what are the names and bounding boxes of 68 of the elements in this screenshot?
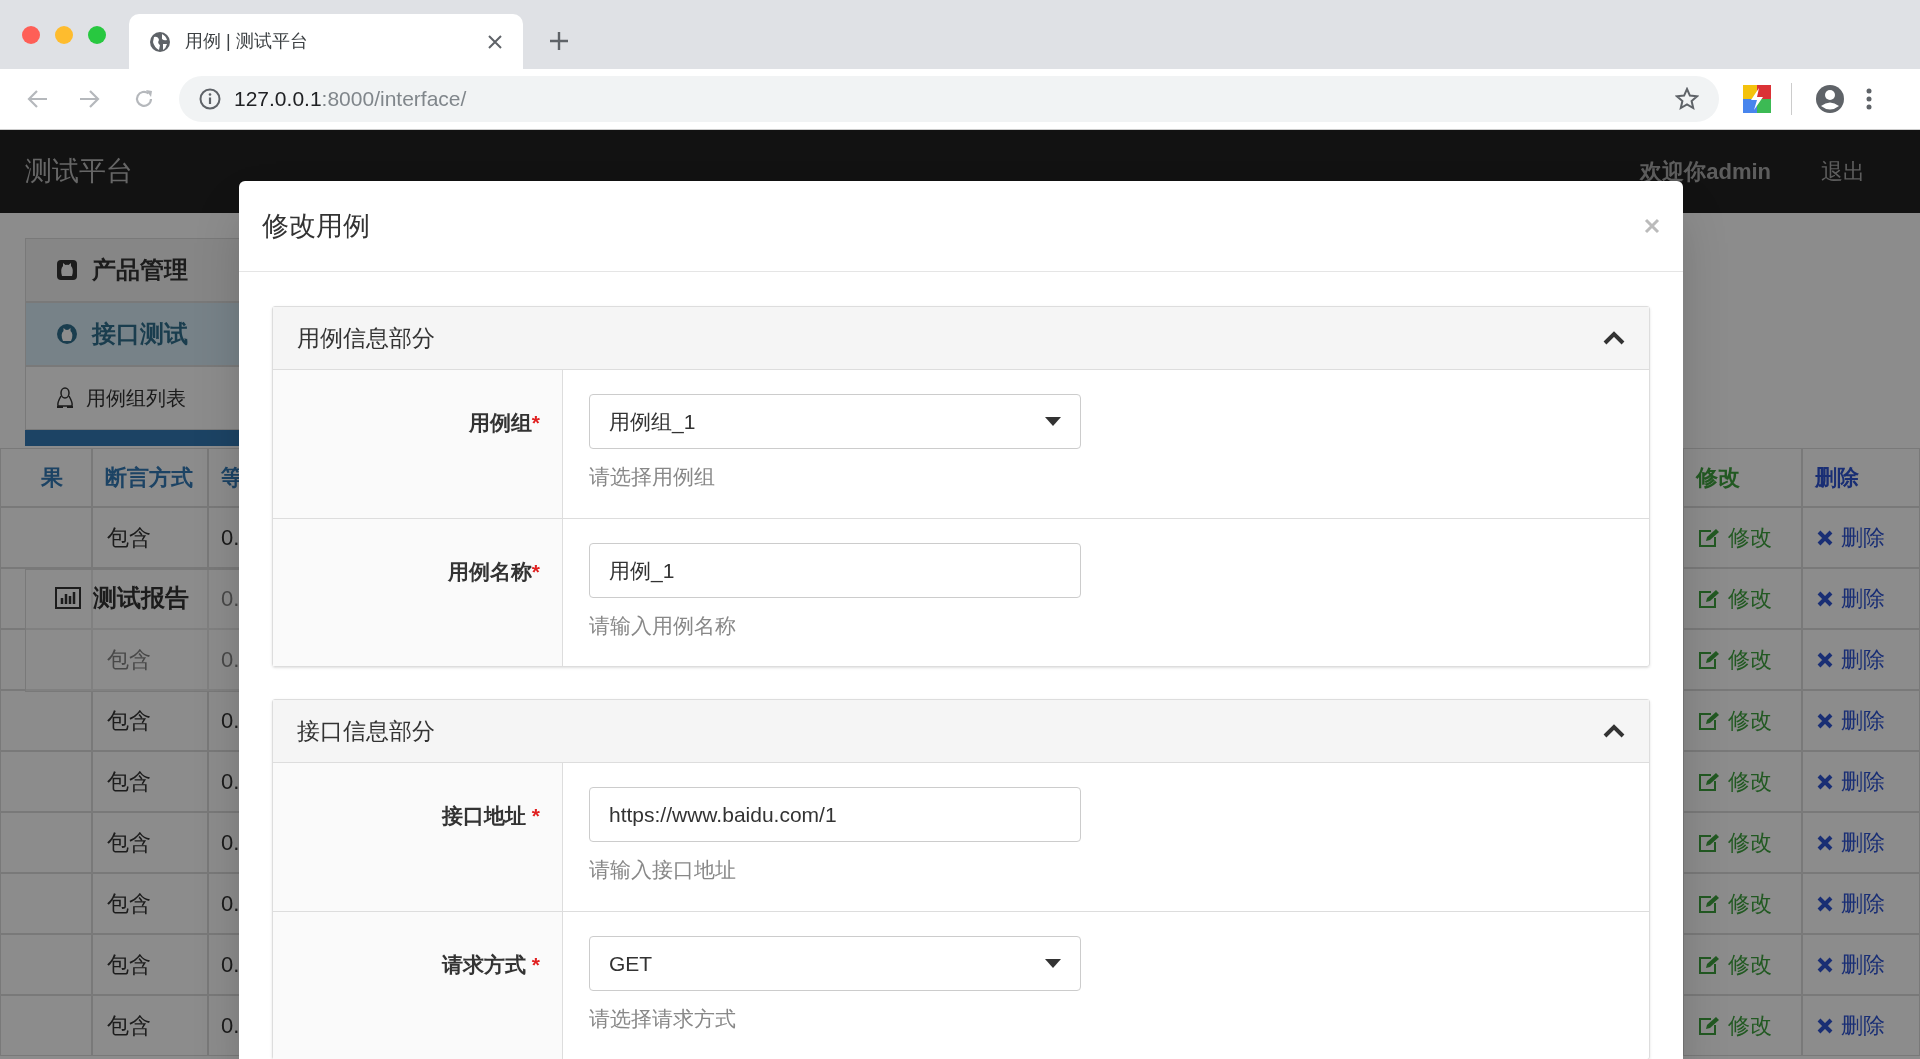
input-field[interactable]: 用例_1 xyxy=(589,543,1081,598)
chevron-up-icon[interactable] xyxy=(1603,331,1625,345)
delete-icon xyxy=(1817,834,1833,851)
edit-icon xyxy=(1698,710,1720,731)
extension-icon[interactable] xyxy=(1743,85,1771,113)
delete-icon xyxy=(1817,1017,1833,1034)
edit-icon xyxy=(1698,588,1720,609)
caret-icon xyxy=(1045,959,1061,968)
menu-icon[interactable] xyxy=(1866,88,1872,110)
bar-chart-icon xyxy=(55,587,81,609)
edit-icon xyxy=(1698,527,1720,548)
field-label: 用例名称* xyxy=(447,559,540,585)
table-cell: 包含 xyxy=(92,873,208,934)
chevron-up-icon[interactable] xyxy=(1603,724,1625,738)
column-header[interactable]: 果 xyxy=(0,448,92,507)
star-icon[interactable] xyxy=(1675,87,1699,111)
edit-icon xyxy=(1698,771,1720,792)
delete-icon xyxy=(1817,895,1833,912)
tab-title: 用例 | 测试平台 xyxy=(185,30,309,53)
edit-icon xyxy=(1698,1015,1720,1036)
select-field[interactable]: 用例组_1 xyxy=(589,394,1081,449)
logout-link[interactable]: 退出 xyxy=(1821,155,1865,188)
edit-icon xyxy=(1698,832,1720,853)
delete-icon xyxy=(1817,712,1833,729)
table-cell: 包含 xyxy=(92,629,208,690)
profile-icon[interactable] xyxy=(1816,85,1844,113)
help-text: 请输入用例名称 xyxy=(589,613,737,639)
field-label: 请求方式 * xyxy=(441,952,540,978)
penguin-icon xyxy=(56,387,74,409)
help-text: 请输入接口地址 xyxy=(589,857,737,883)
globe-icon xyxy=(149,30,171,53)
help-text: 请选择用例组 xyxy=(589,464,716,490)
edit-icon xyxy=(1698,893,1720,914)
caret-icon xyxy=(1045,417,1061,426)
table-cell: 包含 xyxy=(92,995,208,1056)
field-label: 接口地址 * xyxy=(441,803,540,829)
column-header[interactable]: 断言方式 xyxy=(92,448,208,507)
table-cell: 包含 xyxy=(92,812,208,873)
site-brand[interactable]: 测试平台 xyxy=(25,151,133,192)
table-cell: 包含 xyxy=(92,690,208,751)
new-tab-icon[interactable] xyxy=(549,31,569,51)
welcome-text: 欢迎你admin xyxy=(1640,158,1771,186)
table-cell: 包含 xyxy=(92,934,208,995)
edit-icon xyxy=(1698,649,1720,670)
help-text: 请选择请求方式 xyxy=(589,1006,737,1032)
delete-icon xyxy=(1817,651,1833,668)
edit-icon xyxy=(1698,954,1720,975)
table-cell: 包含 xyxy=(92,751,208,812)
cat-icon xyxy=(56,259,78,281)
panel-header[interactable]: 接口信息部分 xyxy=(273,700,1649,763)
delete-icon xyxy=(1817,773,1833,790)
column-header[interactable]: 修改 xyxy=(1683,448,1802,507)
table-cell: 包含 xyxy=(92,507,208,568)
select-field[interactable]: GET xyxy=(589,936,1081,991)
info-icon xyxy=(199,88,221,110)
url-text: 127.0.0.1:8000/interface/ xyxy=(234,86,468,113)
cat-icon xyxy=(56,323,78,345)
delete-icon xyxy=(1817,529,1833,546)
column-header[interactable]: 删除 xyxy=(1802,448,1920,507)
close-icon[interactable] xyxy=(487,33,503,50)
panel-header[interactable]: 用例信息部分 xyxy=(273,307,1649,370)
input-field[interactable]: https://www.baidu.com/1 xyxy=(589,787,1081,842)
delete-icon xyxy=(1817,590,1833,607)
browser-tab[interactable]: 用例 | 测试平台 xyxy=(129,14,523,69)
field-label: 用例组* xyxy=(468,410,540,436)
report-link[interactable]: 测试报告 xyxy=(93,580,189,616)
address-bar[interactable]: 127.0.0.1:8000/interface/ xyxy=(179,76,1719,122)
delete-icon xyxy=(1817,956,1833,973)
